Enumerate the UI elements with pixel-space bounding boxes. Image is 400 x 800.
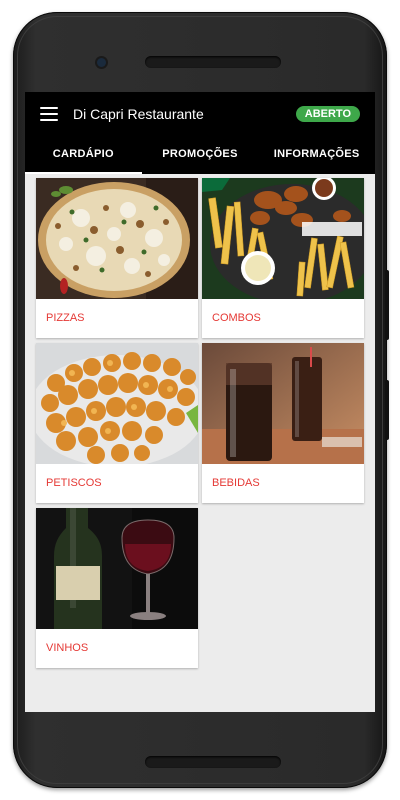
soda-glasses-image <box>202 343 364 464</box>
category-label: PIZZAS <box>46 312 85 324</box>
front-camera <box>97 58 106 67</box>
top-speaker <box>145 56 281 68</box>
bottom-speaker <box>145 756 281 768</box>
wine-bottle-glass-image <box>36 508 198 629</box>
tab-promocoes[interactable]: PROMOÇÕES <box>142 136 259 174</box>
category-card-petiscos[interactable]: PETISCOS <box>36 343 198 503</box>
status-badge: ABERTO <box>295 106 360 122</box>
category-card-pizzas[interactable]: PIZZAS <box>36 178 198 338</box>
category-label: BEBIDAS <box>212 477 260 489</box>
power-button <box>385 380 389 440</box>
category-card-bebidas[interactable]: BEBIDAS <box>202 343 364 503</box>
combo-fries-wings-image <box>202 178 364 299</box>
category-label: VINHOS <box>46 642 89 654</box>
category-label: COMBOS <box>212 312 261 324</box>
app-bar: Di Capri Restaurante ABERTO <box>25 92 375 136</box>
volume-button <box>385 270 389 340</box>
tab-cardapio[interactable]: CARDÁPIO <box>25 136 142 174</box>
app-title: Di Capri Restaurante <box>73 106 204 122</box>
category-card-vinhos[interactable]: VINHOS <box>36 508 198 668</box>
tab-informacoes[interactable]: INFORMAÇÕES <box>258 136 375 174</box>
tab-bar: CARDÁPIO PROMOÇÕES INFORMAÇÕES <box>25 136 375 174</box>
category-label: PETISCOS <box>46 477 102 489</box>
pizza-image <box>36 178 198 299</box>
app-screen: Di Capri Restaurante ABERTO CARDÁPIO PRO… <box>25 92 375 712</box>
hamburger-menu-icon[interactable] <box>40 107 58 121</box>
fried-shrimp-image <box>36 343 198 464</box>
category-card-combos[interactable]: COMBOS <box>202 178 364 338</box>
